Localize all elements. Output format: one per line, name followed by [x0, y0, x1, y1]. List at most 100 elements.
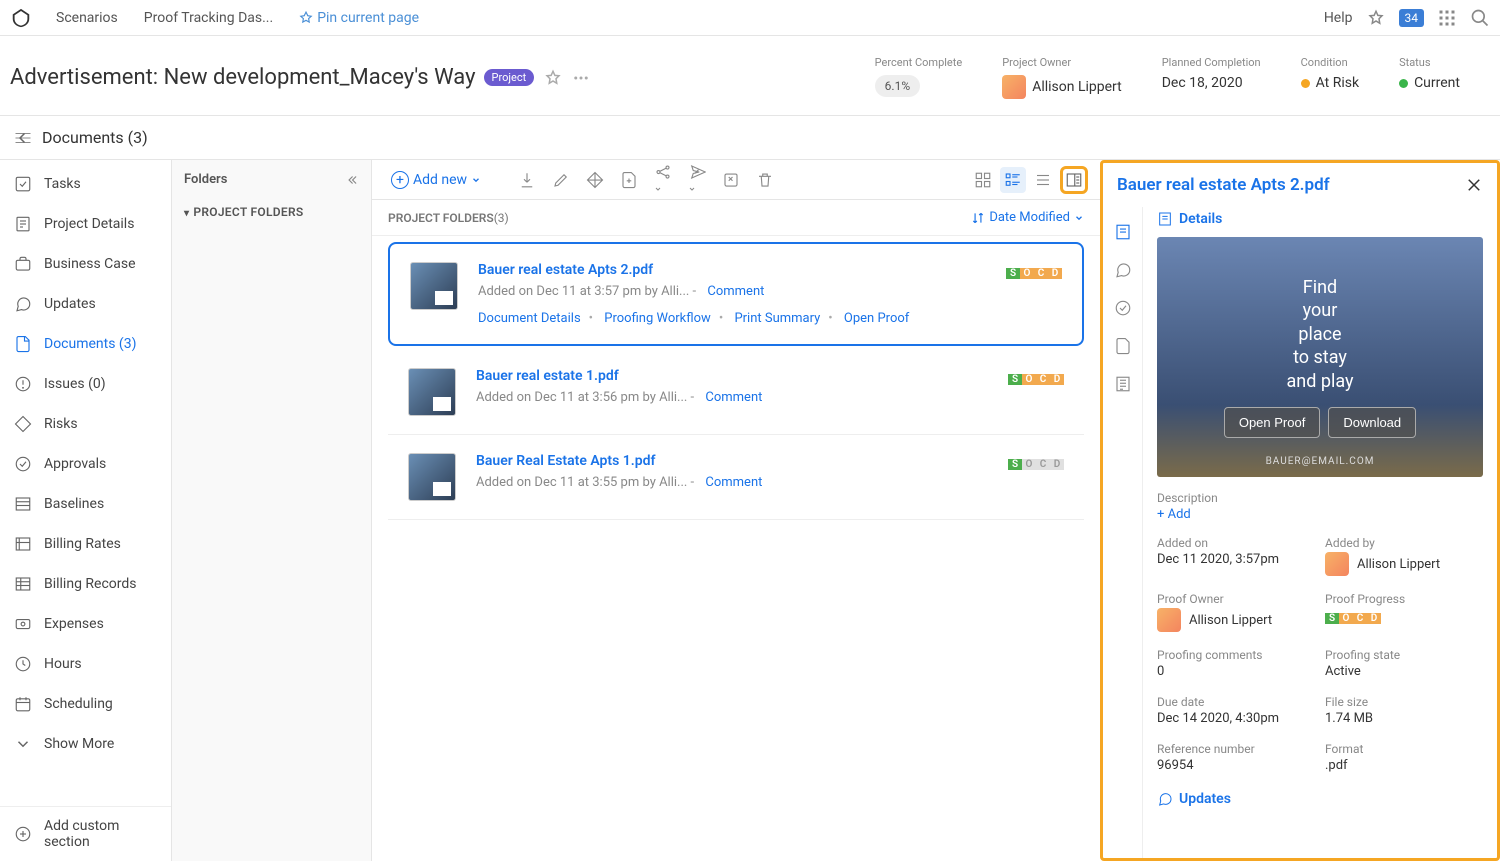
- edit-icon[interactable]: [548, 167, 574, 193]
- new-doc-icon[interactable]: [616, 167, 642, 193]
- topbar: Scenarios Proof Tracking Das... Pin curr…: [0, 0, 1500, 36]
- view-grid[interactable]: [970, 167, 996, 193]
- section-header: Documents (3): [0, 116, 1500, 160]
- nav-approvals[interactable]: Approvals: [0, 444, 171, 484]
- preview-tagline: Find your place to stay and play: [1286, 276, 1353, 393]
- proof-progress-label: Proof Progress: [1325, 592, 1483, 606]
- folders-sidebar: Folders ▾PROJECT FOLDERS: [172, 160, 372, 861]
- tab-forms[interactable]: [1103, 365, 1142, 403]
- nav-issues[interactable]: Issues (0): [0, 364, 171, 404]
- tab-approvals[interactable]: [1103, 289, 1142, 327]
- proof-owner-label: Proof Owner: [1157, 592, 1315, 606]
- favorite-icon[interactable]: [544, 69, 562, 87]
- star-icon[interactable]: [1367, 9, 1385, 27]
- nav-updates[interactable]: Updates: [0, 284, 171, 324]
- nav-business-case[interactable]: Business Case: [0, 244, 171, 284]
- nav-billing-records[interactable]: Billing Records: [0, 564, 171, 604]
- comments-label: Proofing comments: [1157, 648, 1315, 662]
- view-list[interactable]: [1030, 167, 1056, 193]
- stat-status: Status Current: [1399, 56, 1460, 99]
- nav-risks[interactable]: Risks: [0, 404, 171, 444]
- chevron-down-icon: [14, 735, 32, 753]
- help-link[interactable]: Help: [1324, 10, 1353, 26]
- link-proofing-workflow[interactable]: Proofing Workflow: [604, 311, 711, 326]
- details-section-title: Details: [1157, 207, 1483, 237]
- apps-grid-icon[interactable]: [1438, 9, 1456, 27]
- nav-scheduling[interactable]: Scheduling: [0, 684, 171, 724]
- more-icon[interactable]: [572, 69, 590, 87]
- view-details-panel[interactable]: [1060, 166, 1088, 194]
- billing-rates-icon: [14, 535, 32, 553]
- state-value: Active: [1325, 664, 1483, 679]
- share-icon[interactable]: [650, 159, 676, 201]
- checkout-icon[interactable]: [718, 167, 744, 193]
- sort-dropdown[interactable]: Date Modified: [971, 210, 1084, 225]
- app-logo[interactable]: [10, 7, 32, 29]
- back-icon[interactable]: [14, 129, 32, 147]
- list-header: PROJECT FOLDERS(3) Date Modified: [372, 200, 1100, 236]
- add-new-button[interactable]: + Add new: [384, 166, 488, 194]
- search-icon[interactable]: [1470, 8, 1490, 28]
- send-icon[interactable]: [684, 159, 710, 201]
- main: Tasks Project Details Business Case Upda…: [0, 160, 1500, 861]
- nav-show-more[interactable]: Show More: [0, 724, 171, 764]
- doc-meta: Added on Dec 11 at 3:56 pm by Alli... -: [476, 390, 694, 405]
- doc-name[interactable]: Bauer real estate 1.pdf: [476, 368, 988, 384]
- nav-expenses[interactable]: Expenses: [0, 604, 171, 644]
- open-proof-button[interactable]: Open Proof: [1224, 407, 1321, 438]
- issues-icon: [14, 375, 32, 393]
- nav-hours[interactable]: Hours: [0, 644, 171, 684]
- chat-icon: [14, 295, 32, 313]
- folders-group[interactable]: ▾PROJECT FOLDERS: [172, 199, 371, 225]
- move-icon[interactable]: [582, 167, 608, 193]
- link-open-proof[interactable]: Open Proof: [844, 311, 909, 326]
- doc-row[interactable]: Bauer real estate Apts 2.pdf Added on De…: [388, 242, 1084, 346]
- avatar: [1002, 75, 1026, 99]
- details-icon: [1157, 211, 1173, 227]
- comment-link[interactable]: Comment: [705, 390, 762, 405]
- tab-details[interactable]: [1103, 213, 1142, 251]
- calendar-icon: [14, 695, 32, 713]
- nav-project-details[interactable]: Project Details: [0, 204, 171, 244]
- doc-row[interactable]: Bauer real estate 1.pdf Added on Dec 11 …: [388, 350, 1084, 435]
- doc-name[interactable]: Bauer real estate Apts 2.pdf: [478, 262, 986, 278]
- sort-icon: [971, 211, 985, 225]
- comment-link[interactable]: Comment: [707, 284, 764, 299]
- nav-tasks[interactable]: Tasks: [0, 164, 171, 204]
- link-document-details[interactable]: Document Details: [478, 311, 581, 326]
- nav-baselines[interactable]: Baselines: [0, 484, 171, 524]
- nav-billing-rates[interactable]: Billing Rates: [0, 524, 171, 564]
- collapse-icon[interactable]: [345, 173, 359, 187]
- stat-label: Status: [1399, 56, 1460, 69]
- link-print-summary[interactable]: Print Summary: [734, 311, 820, 326]
- notifications-badge[interactable]: 34: [1399, 9, 1425, 27]
- tab-updates[interactable]: [1103, 251, 1142, 289]
- stat-label: Planned Completion: [1162, 56, 1261, 69]
- view-list-big[interactable]: [1000, 167, 1026, 193]
- added-by-label: Added by: [1325, 536, 1483, 550]
- proof-owner-value: Allison Lippert: [1189, 613, 1272, 628]
- crumb-proof-tracking[interactable]: Proof Tracking Das...: [134, 6, 283, 30]
- tasks-icon: [14, 175, 32, 193]
- nav-documents[interactable]: Documents (3): [0, 324, 171, 364]
- download-button[interactable]: Download: [1328, 407, 1416, 438]
- doc-name[interactable]: Bauer Real Estate Apts 1.pdf: [476, 453, 988, 469]
- stat-value: At Risk: [1316, 75, 1359, 91]
- close-icon[interactable]: [1465, 176, 1483, 194]
- preview-email: BAUER@EMAIL.COM: [1266, 456, 1375, 467]
- download-icon[interactable]: [514, 167, 540, 193]
- tab-versions[interactable]: [1103, 327, 1142, 365]
- added-by-value: Allison Lippert: [1357, 557, 1440, 572]
- delete-icon[interactable]: [752, 167, 778, 193]
- clock-icon: [14, 655, 32, 673]
- comment-link[interactable]: Comment: [705, 475, 762, 490]
- stat-percent: Percent Complete 6.1%: [875, 56, 963, 99]
- baselines-icon: [14, 495, 32, 513]
- crumb-scenarios[interactable]: Scenarios: [46, 6, 128, 30]
- doc-row[interactable]: Bauer Real Estate Apts 1.pdf Added on De…: [388, 435, 1084, 520]
- updates-section[interactable]: Updates: [1157, 791, 1483, 807]
- pin-page[interactable]: Pin current page: [289, 6, 429, 30]
- content: + Add new PROJECT FOLDERS(3): [372, 160, 1100, 861]
- add-description[interactable]: + Add: [1157, 507, 1191, 522]
- document-preview: Find your place to stay and play Open Pr…: [1157, 237, 1483, 477]
